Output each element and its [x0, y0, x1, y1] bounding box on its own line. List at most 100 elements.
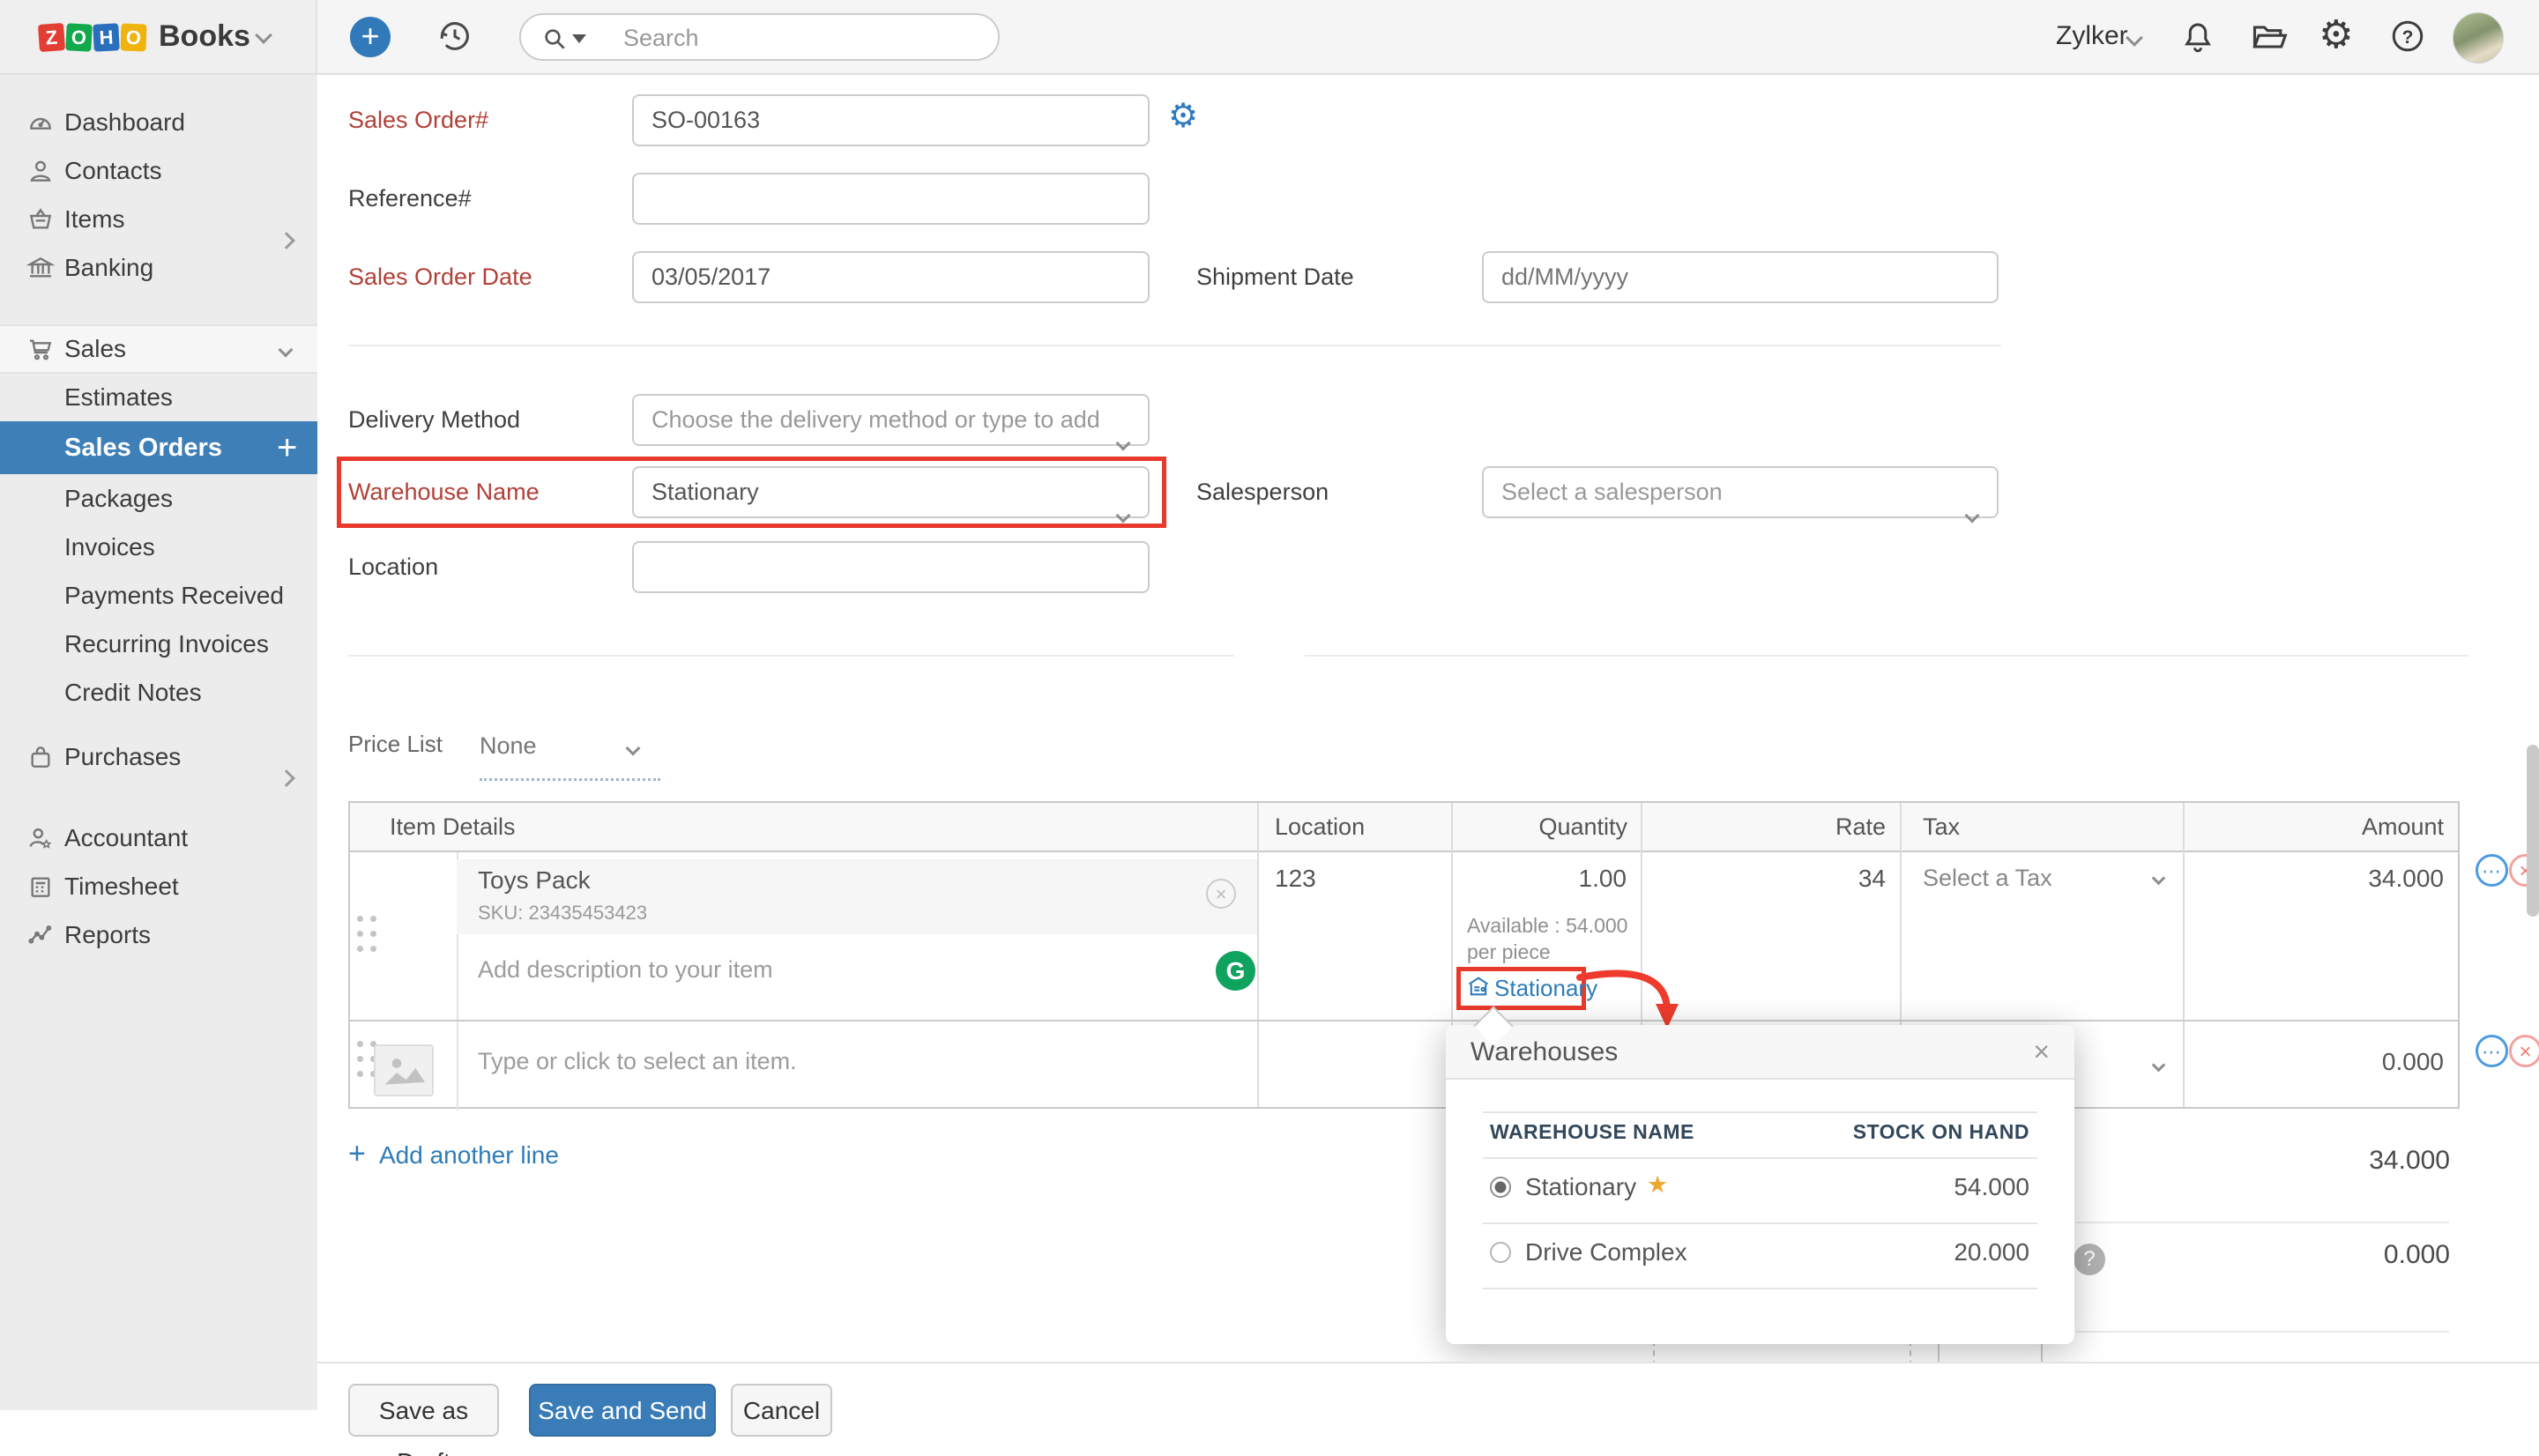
sidebar-item-banking[interactable]: Banking	[0, 243, 317, 292]
row-delete-icon[interactable]: ×	[2509, 1035, 2539, 1067]
salesperson-label: Salesperson	[1196, 466, 1329, 518]
add-line-plus-icon[interactable]: +	[348, 1137, 366, 1171]
col-quantity: Quantity	[1451, 803, 1627, 851]
documents-folder-icon[interactable]	[2250, 18, 2289, 56]
item-select-placeholder[interactable]: Type or click to select an item.	[478, 1048, 797, 1075]
salesperson-select[interactable]: Select a salesperson	[1482, 466, 1999, 518]
col-tax: Tax	[1923, 803, 1960, 851]
reference-input[interactable]	[632, 173, 1150, 225]
sidebar-label: Timesheet	[64, 862, 179, 910]
delivery-method-select[interactable]: Choose the delivery method or type to ad…	[632, 394, 1150, 446]
tax-chevron-icon[interactable]	[2152, 1059, 2166, 1073]
warehouse-row-stock: 54.000	[1954, 1173, 2029, 1201]
sidebar-item-accountant[interactable]: Accountant	[0, 813, 317, 862]
tax-chevron-icon[interactable]	[2152, 872, 2166, 886]
grammarly-icon[interactable]: G	[1216, 951, 1255, 991]
add-another-line-link[interactable]: Add another line	[379, 1141, 559, 1170]
org-dropdown-chevron-icon[interactable]	[2126, 29, 2143, 47]
price-list-underline	[480, 778, 660, 781]
org-name[interactable]: Zylker	[2056, 21, 2128, 51]
timesheet-icon	[26, 873, 55, 901]
delivery-method-chevron-icon	[1116, 436, 1131, 451]
sidebar-item-credit-notes[interactable]: Credit Notes	[0, 668, 317, 717]
zoho-books-sales-order-page: Z O H O Books + Search Zylker	[0, 0, 2539, 1456]
sales-order-number-input[interactable]	[632, 94, 1150, 146]
item-image-placeholder-icon	[374, 1044, 434, 1096]
save-and-send-button[interactable]: Save and Send	[529, 1384, 716, 1437]
item-name-cell[interactable]: Toys Pack SKU: 23435453423 ×	[457, 859, 1257, 934]
order-date-label: Sales Order Date	[348, 251, 532, 303]
item-description-placeholder[interactable]: Add description to your item	[478, 956, 773, 984]
search-icon[interactable]	[540, 25, 569, 53]
col-location: Location	[1275, 803, 1365, 851]
totals-divider	[2076, 1331, 2449, 1333]
salesperson-placeholder: Select a salesperson	[1501, 479, 1723, 505]
row-more-options-icon[interactable]: ⋯	[2476, 1035, 2508, 1067]
sales-collapse-chevron-icon[interactable]	[279, 343, 294, 358]
tax-select[interactable]: Select a Tax	[1923, 865, 2052, 892]
order-number-settings-gear-icon[interactable]: ⚙	[1168, 96, 1198, 136]
shipment-date-input[interactable]	[1482, 251, 1999, 303]
drag-handle-icon[interactable]	[357, 916, 363, 922]
sidebar-item-payments-received[interactable]: Payments Received	[0, 571, 317, 620]
warehouses-popup: Warehouses × WAREHOUSE NAME STOCK ON HAN…	[1446, 1025, 2074, 1344]
logo-tile-o2: O	[120, 24, 146, 52]
sidebar-item-packages[interactable]: Packages	[0, 474, 317, 523]
settings-gear-icon[interactable]: ⚙	[2319, 12, 2353, 57]
warehouse-radio-selected[interactable]	[1490, 1177, 1511, 1198]
item-table-header: Item Details Location Quantity Rate Tax …	[350, 803, 2458, 852]
sidebar-label: Recurring Invoices	[64, 620, 269, 668]
sidebar-item-estimates[interactable]: Estimates	[0, 373, 317, 421]
price-list-value[interactable]: None	[480, 732, 537, 760]
purchases-expand-chevron-icon[interactable]	[278, 769, 295, 787]
order-date-input[interactable]	[632, 251, 1150, 303]
cancel-button[interactable]: Cancel	[731, 1384, 832, 1437]
save-as-draft-button[interactable]: Save as Draft	[348, 1384, 499, 1437]
sidebar-item-purchases[interactable]: Purchases	[0, 732, 317, 781]
app-logo[interactable]: Z O H O Books	[0, 0, 317, 73]
remove-item-icon[interactable]: ×	[1206, 879, 1236, 909]
popup-close-icon[interactable]: ×	[2033, 1036, 2050, 1068]
sales-cart-icon	[26, 335, 55, 363]
sidebar-item-dashboard[interactable]: Dashboard	[0, 98, 317, 146]
org-switch-chevron-icon[interactable]	[255, 26, 272, 44]
warehouse-row-name[interactable]: Drive Complex	[1525, 1238, 1687, 1267]
warehouse-radio[interactable]	[1490, 1242, 1511, 1263]
location-cell[interactable]: 123	[1275, 865, 1316, 893]
row-more-options-icon[interactable]: ⋯	[2476, 854, 2508, 887]
sidebar-item-reports[interactable]: Reports	[0, 910, 317, 959]
quick-create-button[interactable]: +	[350, 17, 391, 57]
amount-cell: 0.000	[2197, 1048, 2444, 1076]
adjustment-help-icon[interactable]: ?	[2074, 1244, 2105, 1275]
scrollbar-thumb[interactable]	[2527, 745, 2539, 917]
sidebar-item-recurring-invoices[interactable]: Recurring Invoices	[0, 620, 317, 668]
items-icon	[26, 205, 55, 234]
notifications-icon[interactable]	[2179, 18, 2216, 56]
warehouse-row-stock: 20.000	[1954, 1238, 2029, 1267]
location-input[interactable]	[632, 541, 1150, 593]
recent-history-icon[interactable]	[435, 16, 475, 56]
new-sales-order-plus-icon[interactable]: +	[277, 421, 297, 474]
quantity-cell[interactable]: 1.00	[1464, 865, 1627, 893]
sidebar-item-contacts[interactable]: Contacts	[0, 146, 317, 195]
sidebar-label: Packages	[64, 474, 173, 523]
sidebar-item-sales-orders-selected[interactable]: Sales Orders +	[0, 421, 317, 474]
product-name: Books	[159, 19, 250, 54]
section-divider	[1305, 655, 2468, 657]
sidebar-item-invoices[interactable]: Invoices	[0, 523, 317, 571]
sidebar-item-items[interactable]: Items	[0, 195, 317, 243]
help-icon[interactable]: ?	[2389, 18, 2426, 55]
global-search[interactable]: Search	[519, 13, 1000, 61]
sidebar-item-sales[interactable]: Sales	[0, 324, 317, 374]
user-avatar[interactable]	[2453, 12, 2504, 63]
price-list-chevron-icon[interactable]	[626, 741, 641, 756]
delivery-method-label: Delivery Method	[348, 394, 520, 446]
drag-handle-icon[interactable]	[357, 1041, 363, 1047]
warehouse-row-name[interactable]: Stationary	[1525, 1173, 1636, 1201]
popup-col-stock: STOCK ON HAND	[1853, 1120, 2029, 1144]
purchases-icon	[26, 743, 55, 771]
sidebar-item-timesheet[interactable]: Timesheet	[0, 862, 317, 910]
rate-cell[interactable]: 34	[1655, 865, 1886, 893]
search-scope-caret-icon[interactable]	[572, 34, 586, 43]
section-divider	[348, 655, 1234, 657]
